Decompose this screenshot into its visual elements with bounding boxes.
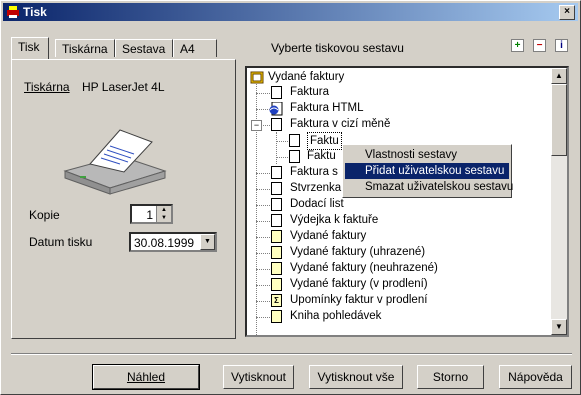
sigma-document-icon: Σ xyxy=(271,294,282,307)
document-icon xyxy=(271,118,282,131)
close-button[interactable]: × xyxy=(559,5,575,20)
tree-item[interactable]: Vydané faktury (uhrazené) xyxy=(290,244,425,260)
tree-scrollbar[interactable]: ▲ ▼ xyxy=(551,68,567,335)
printer-label[interactable]: Tiskárna xyxy=(24,80,70,94)
tree-item[interactable]: Dodací list xyxy=(290,196,344,212)
document-icon xyxy=(289,150,300,163)
print-date-dropdown[interactable]: 30.08.1999 ▼ xyxy=(129,232,217,252)
tree-item[interactable]: Vydané faktury (v prodlení) xyxy=(290,276,428,292)
tree-root-label[interactable]: Vydané faktury xyxy=(268,69,344,85)
window-title: Tisk xyxy=(23,5,47,19)
report-document-icon xyxy=(271,230,282,243)
scroll-thumb[interactable] xyxy=(551,84,567,156)
scroll-down-icon[interactable]: ▼ xyxy=(551,319,567,335)
copies-stepper[interactable]: 1 ▲ ▼ xyxy=(130,204,173,224)
print-dialog: Tisk × Tisk Tiskárna Sestava A4 Tiskárna… xyxy=(0,0,581,395)
help-button[interactable]: Nápověda xyxy=(499,365,572,389)
tab-tiskarna[interactable]: Tiskárna xyxy=(55,39,115,57)
menu-item-delete-user-report[interactable]: Smazat uživatelskou sestavu xyxy=(345,179,513,195)
cancel-button[interactable]: Storno xyxy=(417,365,484,389)
tree-item[interactable]: Upomínky faktur v prodlení xyxy=(290,292,427,308)
menu-item-add-user-report[interactable]: Přidat uživatelskou sestavu xyxy=(345,163,509,179)
tree-item[interactable]: Vydané faktury (neuhrazené) xyxy=(290,260,438,276)
document-icon xyxy=(271,214,282,227)
print-date-value: 30.08.1999 xyxy=(134,236,195,250)
preview-button[interactable]: Náhled xyxy=(92,364,200,390)
add-report-icon[interactable]: + xyxy=(511,39,524,52)
report-document-icon xyxy=(271,310,282,323)
document-icon xyxy=(289,134,300,147)
printer-app-icon xyxy=(7,6,19,18)
report-tree[interactable]: Vydané faktury Faktura Faktura HTML − Fa… xyxy=(245,66,569,337)
scroll-up-icon[interactable]: ▲ xyxy=(551,68,567,84)
book-icon xyxy=(250,71,264,84)
tree-item[interactable]: Faktura xyxy=(290,84,329,100)
report-document-icon xyxy=(271,246,282,259)
menu-item-report-properties[interactable]: Vlastnosti sestavy xyxy=(345,147,509,163)
printer-name: HP LaserJet 4L xyxy=(82,80,165,94)
tree-item[interactable]: Kniha pohledávek xyxy=(290,308,381,324)
tab-tisk[interactable]: Tisk xyxy=(11,37,49,59)
spin-up-icon[interactable]: ▲ xyxy=(157,206,171,214)
tree-item[interactable]: Faktura s xyxy=(290,164,338,180)
document-icon xyxy=(271,166,282,179)
report-select-title: Vyberte tiskovou sestavu xyxy=(271,41,404,55)
tab-panel-tisk: Tiskárna HP LaserJet 4L Kopie 1 ▲ ▼ Datu… xyxy=(11,59,236,339)
title-bar: Tisk × xyxy=(3,3,578,21)
document-icon xyxy=(271,86,282,99)
report-document-icon xyxy=(271,278,282,291)
tree-item[interactable]: Faktu xyxy=(307,148,336,164)
tree-item[interactable]: Stvrzenka xyxy=(290,180,341,196)
spin-down-icon[interactable]: ▼ xyxy=(157,214,171,222)
tab-a4[interactable]: A4 xyxy=(173,39,217,57)
tree-item[interactable]: Výdejka k faktuře xyxy=(290,212,378,228)
remove-report-icon[interactable]: − xyxy=(533,39,546,52)
tree-item[interactable]: Vydané faktury xyxy=(290,228,366,244)
tree-item[interactable]: Faktura v cizí měně xyxy=(290,116,390,132)
copies-label: Kopie xyxy=(29,208,60,222)
context-menu: Vlastnosti sestavy Přidat uživatelskou s… xyxy=(342,144,513,198)
print-all-button[interactable]: Vytisknout vše xyxy=(309,365,403,389)
chevron-down-icon[interactable]: ▼ xyxy=(200,234,215,250)
tree-item[interactable]: Faktura HTML xyxy=(290,100,364,116)
report-document-icon xyxy=(271,262,282,275)
html-document-icon xyxy=(269,102,283,116)
printer-illustration xyxy=(63,129,167,195)
tab-sestava[interactable]: Sestava xyxy=(115,39,173,57)
document-icon xyxy=(271,182,282,195)
print-button[interactable]: Vytisknout xyxy=(223,365,294,389)
copies-value: 1 xyxy=(146,208,153,222)
divider xyxy=(11,353,572,355)
print-date-label: Datum tisku xyxy=(29,235,93,249)
info-icon[interactable]: i xyxy=(555,39,568,52)
copies-spin-arrows[interactable]: ▲ ▼ xyxy=(156,206,171,222)
document-icon xyxy=(271,198,282,211)
